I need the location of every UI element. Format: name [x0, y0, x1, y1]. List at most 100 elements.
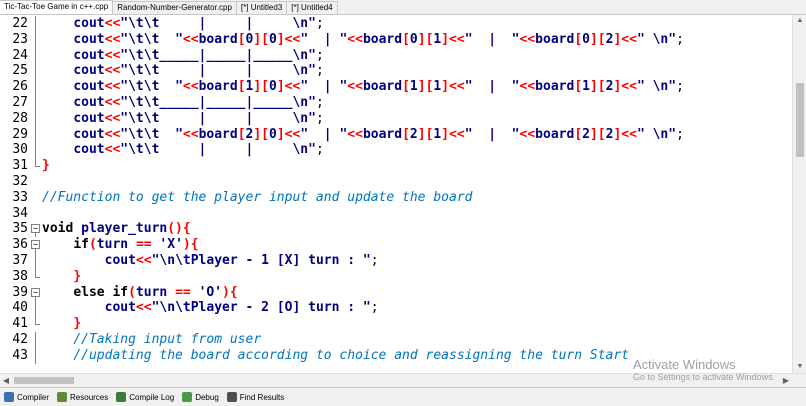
fold-end-guide: [30, 268, 41, 285]
code-line: 30 cout<<"\t\t | | \n";: [0, 142, 792, 159]
line-number: 24: [12, 47, 28, 63]
line-number: 39: [12, 284, 28, 300]
line-number: 29: [12, 126, 28, 142]
editor-tab[interactable]: [*] Untitled4: [286, 1, 338, 14]
code-line: 31}: [0, 158, 792, 174]
code-line: 39− else if(turn == 'O'){: [0, 285, 792, 301]
line-number: 37: [12, 253, 28, 268]
line-number: 27: [12, 95, 28, 110]
code-text: cout<<"\t\t "<<board[0][0]<<" | "<<board…: [73, 31, 684, 47]
fold-collapse-icon[interactable]: −: [30, 237, 41, 254]
bottom-tab[interactable]: Debug: [182, 390, 219, 404]
code-line: 37 cout<<"\n\tPlayer - 1 [X] turn : ";: [0, 253, 792, 269]
fold-guide: [30, 347, 41, 364]
bottom-tab[interactable]: Compile Log: [116, 390, 174, 404]
fold-guide: [30, 31, 41, 48]
debug-icon: [182, 392, 193, 402]
resources-icon: [57, 392, 68, 402]
bottom-panel-tabs: Compiler Resources Compile Log Debug Find Re…: [0, 387, 806, 406]
code-text: cout<<"\t\t_____|_____|_____\n";: [73, 95, 324, 110]
code-editor[interactable]: 22 cout<<"\t\t | | \n"; 23 cout<<"\t\t "<…: [0, 15, 792, 373]
line-number: 42: [12, 332, 28, 347]
code-line: 36− if(turn == 'X'){: [0, 237, 792, 254]
horizontal-scroll-thumb[interactable]: [14, 377, 74, 384]
code-text: cout<<"\t\t | | \n";: [73, 16, 324, 31]
fold-guide: [30, 253, 41, 269]
fold-guide: [30, 16, 41, 32]
editor-tab[interactable]: [*] Untitled3: [235, 1, 288, 14]
bottom-tab-label: Find Results: [239, 392, 285, 402]
fold-guide: [30, 47, 41, 64]
code-text: cout<<"\t\t | | \n";: [73, 63, 324, 79]
editor-tab-bar: Tic-Tac-Toe Game in c++.cpp Random-Number…: [0, 0, 806, 15]
code-line: 29 cout<<"\t\t "<<board[2][0]<<" | "<<bo…: [0, 126, 792, 143]
find-results-icon: [226, 392, 237, 402]
code-text: //Function to get the player input and u…: [42, 189, 473, 205]
scroll-right-arrow-icon[interactable]: ▶: [780, 374, 792, 387]
code-text: if(turn == 'X'){: [73, 237, 199, 253]
scroll-up-arrow-icon[interactable]: ▲: [793, 15, 806, 27]
fold-guide: [30, 110, 41, 127]
line-number: 35: [12, 221, 28, 237]
code-line: 35− void player_turn(){: [0, 221, 792, 238]
fold-guide: [30, 300, 41, 317]
code-text: cout<<"\t\t "<<board[2][0]<<" | "<<board…: [73, 126, 684, 142]
bottom-tab[interactable]: Resources: [57, 390, 108, 404]
fold-guide: [30, 79, 41, 95]
compiler-icon: [4, 392, 14, 402]
line-number: 34: [12, 205, 28, 221]
bottom-tab-label: Compiler: [17, 392, 50, 402]
bottom-tab-label: Resources: [70, 392, 109, 402]
code-line: 40 cout<<"\n\tPlayer - 2 [O] turn : ";: [0, 300, 792, 317]
code-line: 27 cout<<"\t\t_____|_____|_____\n";: [0, 95, 792, 111]
code-text: }: [42, 158, 50, 174]
editor-tab[interactable]: Tic-Tac-Toe Game in c++.cpp: [0, 0, 114, 14]
line-number: 32: [12, 174, 28, 189]
fold-guide: [30, 95, 41, 111]
bottom-tab[interactable]: Compiler: [4, 390, 49, 404]
code-line: 32: [0, 174, 792, 190]
fold-end-guide: [30, 158, 41, 174]
line-number: 26: [12, 79, 28, 95]
code-line: 24 cout<<"\t\t_____|_____|_____\n";: [0, 47, 792, 64]
watermark-subtitle: Go to Settings to activate Windows.: [633, 372, 776, 382]
code-line: 34: [0, 206, 792, 222]
bottom-tab-label: Debug: [195, 392, 219, 402]
line-number: 36: [12, 237, 28, 253]
fold-guide: [30, 126, 41, 143]
fold-guide: [30, 63, 41, 80]
code-line: 38 }: [0, 268, 792, 285]
line-number: 22: [12, 16, 28, 31]
fold-end-guide: [30, 316, 41, 332]
code-line: 23 cout<<"\t\t "<<board[0][0]<<" | "<<bo…: [0, 31, 792, 48]
fold-guide: [30, 332, 41, 348]
code-line: 41 }: [0, 316, 792, 332]
editor-tab[interactable]: Random-Number-Generator.cpp: [112, 1, 237, 14]
code-text: cout<<"\n\tPlayer - 2 [O] turn : ";: [104, 300, 379, 316]
scroll-down-arrow-icon[interactable]: ▼: [793, 361, 806, 373]
code-text: cout<<"\t\t_____|_____|_____\n";: [73, 47, 324, 63]
bottom-tab-label: Compile Log: [129, 392, 175, 402]
fold-collapse-icon[interactable]: −: [30, 285, 41, 301]
line-number: 25: [12, 63, 28, 79]
code-line: 22 cout<<"\t\t | | \n";: [0, 16, 792, 32]
line-number: 41: [12, 316, 28, 332]
scroll-left-arrow-icon[interactable]: ◀: [0, 374, 12, 387]
vertical-scrollbar[interactable]: ▲ ▼: [792, 15, 806, 373]
code-text: }: [73, 268, 82, 284]
bottom-tab[interactable]: Find Results: [226, 390, 285, 404]
code-line: 26 cout<<"\t\t "<<board[1][0]<<" | "<<bo…: [0, 79, 792, 95]
fold-collapse-icon[interactable]: −: [30, 221, 41, 238]
code-text: cout<<"\t\t | | \n";: [73, 142, 324, 158]
code-text: void player_turn(){: [42, 221, 191, 237]
line-number: 33: [12, 189, 28, 205]
code-line: 25 cout<<"\t\t | | \n";: [0, 63, 792, 80]
line-number: 40: [12, 300, 28, 316]
line-number: 23: [12, 31, 28, 47]
compile-log-icon: [116, 392, 127, 402]
line-number: 43: [12, 347, 28, 363]
code-text: cout<<"\t\t | | \n";: [73, 110, 324, 126]
vertical-scroll-thumb[interactable]: [796, 83, 804, 157]
